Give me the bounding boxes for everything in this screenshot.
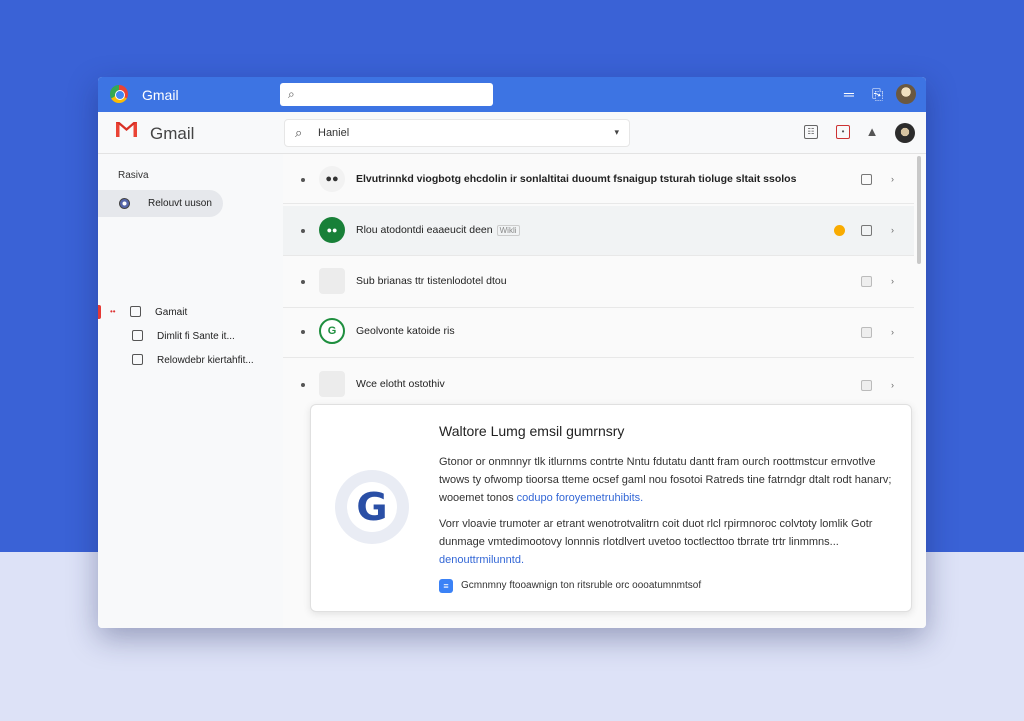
search-value: Haniel bbox=[318, 127, 350, 139]
important-icon[interactable] bbox=[834, 225, 845, 236]
chevron-right-icon[interactable]: › bbox=[891, 327, 894, 337]
share-icon[interactable]: ⎘ bbox=[872, 85, 883, 103]
label-icon bbox=[132, 354, 143, 365]
mail-search-input[interactable]: ⌕ Haniel ▾ bbox=[284, 119, 630, 147]
sidebar-item-label: Dimlit fi Sante it... bbox=[157, 331, 235, 342]
archive-icon[interactable] bbox=[861, 225, 872, 236]
avatar-green-ring: G bbox=[319, 318, 345, 344]
bell-icon[interactable]: ▲ bbox=[865, 125, 879, 139]
grid-icon[interactable]: ☷ bbox=[804, 125, 818, 139]
browser-toolbar: Gmail ⌕ ═ ⎘ bbox=[98, 77, 926, 112]
chevron-right-icon[interactable]: › bbox=[891, 380, 894, 390]
avatar-dark: ●● bbox=[319, 166, 345, 192]
search-icon: ⌕ bbox=[295, 125, 303, 140]
chevron-right-icon[interactable]: › bbox=[891, 225, 894, 235]
divider bbox=[283, 255, 914, 256]
archive-icon[interactable] bbox=[861, 380, 872, 391]
chevron-right-icon[interactable]: › bbox=[891, 276, 894, 286]
email-row[interactable]: Sub brianas ttr tistenlodotel dtou › bbox=[283, 258, 914, 308]
gmail-logo-icon[interactable] bbox=[116, 122, 137, 137]
email-subject: Sub brianas ttr tistenlodotel dtou bbox=[356, 275, 507, 287]
unread-marker bbox=[98, 305, 101, 319]
google-logo-icon: G bbox=[335, 470, 409, 544]
notifications-icon[interactable]: • bbox=[836, 125, 850, 139]
email-row-selected[interactable]: ●● Rlou atodontdi eaaeucit deen Wikli › bbox=[283, 206, 914, 256]
email-subject: Geolvonte katoide ris bbox=[356, 325, 455, 337]
scrollbar[interactable] bbox=[917, 156, 921, 264]
select-dot-icon[interactable] bbox=[301, 383, 305, 387]
email-subject: Elvutrinnkd viogbotg ehcdolin ir sonlalt… bbox=[356, 173, 797, 185]
select-dot-icon[interactable] bbox=[301, 229, 305, 233]
sidebar: Rasiva Relouvt uuson •• Gamait Dimlit fi… bbox=[98, 154, 283, 628]
sidebar-item-label: Gamait bbox=[155, 307, 188, 318]
archive-icon[interactable] bbox=[861, 327, 872, 338]
summary-link[interactable]: denouttrmilunntd. bbox=[439, 554, 524, 566]
email-subject-wrap: Rlou atodontdi eaaeucit deen Wikli bbox=[356, 224, 520, 236]
inbox-icon bbox=[119, 198, 130, 209]
select-dot-icon[interactable] bbox=[301, 330, 305, 334]
avatar-grey bbox=[319, 371, 345, 397]
browser-tab-title[interactable]: Gmail bbox=[142, 87, 179, 103]
sidebar-item-label: Relouvt uuson bbox=[148, 198, 212, 209]
sidebar-item-label: Relowdebr kiertahfit... bbox=[157, 355, 254, 366]
search-options-icon[interactable]: ▾ bbox=[614, 127, 619, 138]
avatar-green: ●● bbox=[319, 217, 345, 243]
summary-title: Waltore Lumg emsil gumrnsry bbox=[439, 423, 625, 439]
email-subject: Wce elotht ostothiv bbox=[356, 378, 445, 390]
select-dot-icon[interactable] bbox=[301, 178, 305, 182]
email-tag: Wikli bbox=[496, 225, 520, 236]
summary-text: Gtonor or onmnnyr tlk itlurnms contrte N… bbox=[439, 456, 892, 504]
avatar-grey bbox=[319, 268, 345, 294]
chrome-logo-icon bbox=[110, 85, 128, 103]
profile-avatar[interactable] bbox=[895, 123, 915, 143]
unread-dot-icon: •• bbox=[110, 307, 116, 316]
email-summary-card: G Waltore Lumg emsil gumrnsry Gtonor or … bbox=[310, 404, 912, 612]
search-icon: ⌕ bbox=[288, 87, 295, 101]
chevron-right-icon[interactable]: › bbox=[891, 174, 894, 184]
summary-footer: Gcmnmny ftooawnign ton ritsruble orc ooo… bbox=[461, 580, 702, 591]
email-row[interactable]: G Geolvonte katoide ris › bbox=[283, 308, 914, 358]
email-row[interactable]: Wce elotht ostothiv › bbox=[283, 358, 914, 408]
browser-user-avatar[interactable] bbox=[896, 84, 916, 104]
gmail-header: Gmail ⌕ Haniel ▾ ☷ • ▲ bbox=[98, 112, 926, 154]
info-icon: ≡ bbox=[439, 579, 453, 593]
summary-link[interactable]: codupo foroyemetruhibits. bbox=[517, 492, 644, 504]
archive-icon[interactable] bbox=[861, 276, 872, 287]
hamburger-icon[interactable]: ═ bbox=[844, 85, 854, 103]
summary-paragraph-1: Gtonor or onmnnyr tlk itlurnms contrte N… bbox=[439, 453, 895, 507]
summary-text: Vorr vloavie trumoter ar etrant wenotrot… bbox=[439, 518, 873, 548]
select-dot-icon[interactable] bbox=[301, 280, 305, 284]
divider bbox=[283, 203, 914, 204]
address-bar[interactable]: ⌕ bbox=[280, 83, 493, 106]
archive-icon[interactable] bbox=[861, 174, 872, 185]
label-icon bbox=[130, 306, 141, 317]
email-row[interactable]: ●● Elvutrinnkd viogbotg ehcdolin ir sonl… bbox=[283, 154, 914, 204]
label-icon bbox=[132, 330, 143, 341]
summary-paragraph-2: Vorr vloavie trumoter ar etrant wenotrot… bbox=[439, 515, 895, 569]
sidebar-heading: Rasiva bbox=[118, 170, 149, 181]
app-name: Gmail bbox=[150, 124, 195, 143]
sidebar-item-active[interactable]: Relouvt uuson bbox=[98, 190, 223, 217]
browser-window: Gmail ⌕ ═ ⎘ Gmail ⌕ Haniel ▾ ☷ • ▲ Rasiv… bbox=[98, 77, 926, 628]
email-subject: Rlou atodontdi eaaeucit deen bbox=[356, 224, 493, 236]
